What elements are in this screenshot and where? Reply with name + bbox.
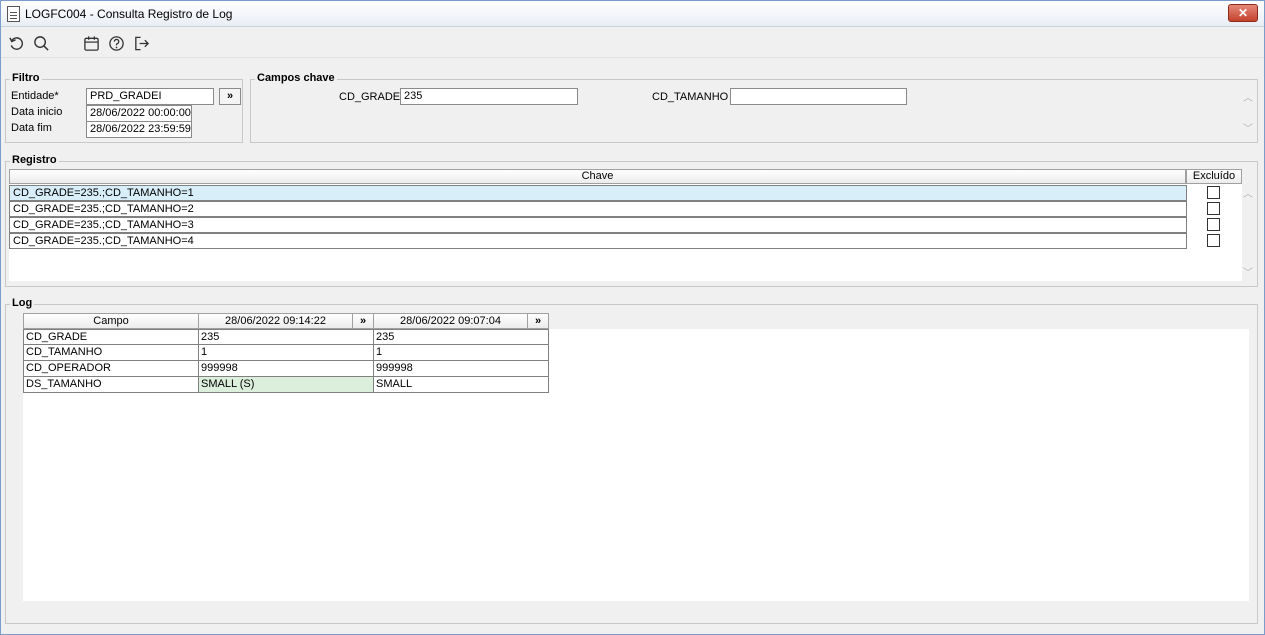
column-header-excluido[interactable]: Excluído — [1186, 169, 1242, 184]
search-icon[interactable] — [32, 34, 50, 52]
table-row[interactable]: CD_GRADE=235.;CD_TAMANHO=1 — [9, 185, 1187, 201]
column-header-campo[interactable]: Campo — [23, 313, 199, 329]
app-window: LOGFC004 - Consulta Registro de Log ✕ Fi… — [0, 0, 1265, 635]
data-inicio-input[interactable]: 28/06/2022 00:00:00 — [86, 105, 192, 122]
exit-icon[interactable] — [132, 34, 150, 52]
expand-button[interactable]: » — [353, 313, 374, 329]
toolbar — [1, 28, 1264, 58]
log-cell-campo: CD_TAMANHO — [23, 345, 199, 361]
log-cell-value-changed: SMALL (S) — [199, 377, 374, 393]
calendar-icon[interactable] — [82, 34, 100, 52]
log-cell-campo: CD_OPERADOR — [23, 361, 199, 377]
registro-scrollbar[interactable]: ︿ ﹀ — [1241, 185, 1255, 279]
scroll-up-icon[interactable]: ︿ — [1241, 185, 1255, 200]
refresh-icon[interactable] — [7, 34, 25, 52]
log-cell-campo: DS_TAMANHO — [23, 377, 199, 393]
log-cell-campo: CD_GRADE — [23, 329, 199, 345]
log-cell-value: 999998 — [199, 361, 374, 377]
cd-tamanho-label: CD_TAMANHO — [652, 91, 729, 103]
document-icon — [7, 6, 20, 22]
scroll-down-icon[interactable]: ﹀ — [1241, 120, 1255, 135]
cd-grade-input[interactable]: 235 — [400, 88, 578, 105]
excluido-checkbox[interactable] — [1207, 218, 1220, 231]
log-cell-value: 1 — [199, 345, 374, 361]
excluido-checkbox[interactable] — [1207, 186, 1220, 199]
column-header-chave[interactable]: Chave — [9, 169, 1186, 184]
filtro-legend: Filtro — [10, 72, 42, 84]
data-fim-label: Data fim — [11, 122, 52, 134]
log-cell-value: 1 — [374, 345, 549, 361]
table-row[interactable]: CD_GRADE=235.;CD_TAMANHO=4 — [9, 233, 1187, 249]
registro-legend: Registro — [10, 154, 59, 166]
entidade-label: Entidade* — [11, 90, 59, 102]
campos-chave-legend: Campos chave — [255, 72, 337, 84]
cd-tamanho-input[interactable] — [730, 88, 907, 105]
title-bar: LOGFC004 - Consulta Registro de Log ✕ — [1, 1, 1264, 27]
scroll-down-icon[interactable]: ﹀ — [1241, 264, 1255, 279]
log-legend: Log — [10, 297, 35, 309]
close-button[interactable]: ✕ — [1228, 4, 1258, 22]
excluido-checkbox[interactable] — [1207, 202, 1220, 215]
log-cell-value: 235 — [199, 329, 374, 345]
column-header-timestamp-1[interactable]: 28/06/2022 09:14:22 — [199, 313, 353, 329]
data-inicio-label: Data inicio — [11, 106, 63, 118]
expand-button[interactable]: » — [528, 313, 549, 329]
data-fim-input[interactable]: 28/06/2022 23:59:59 — [86, 121, 192, 138]
entidade-lookup-button[interactable]: » — [219, 88, 241, 105]
excluido-checkbox[interactable] — [1207, 234, 1220, 247]
log-cell-value: 999998 — [374, 361, 549, 377]
campos-chave-scrollbar[interactable]: ︿ ﹀ — [1241, 89, 1255, 135]
help-icon[interactable] — [107, 34, 125, 52]
scroll-up-icon[interactable]: ︿ — [1241, 89, 1255, 104]
table-row[interactable]: CD_GRADE=235.;CD_TAMANHO=2 — [9, 201, 1187, 217]
entidade-input[interactable]: PRD_GRADEI — [86, 88, 214, 105]
window-title: LOGFC004 - Consulta Registro de Log — [25, 7, 233, 21]
cd-grade-label: CD_GRADE — [339, 91, 401, 103]
column-header-timestamp-2[interactable]: 28/06/2022 09:07:04 — [374, 313, 528, 329]
log-cell-value: 235 — [374, 329, 549, 345]
log-cell-value: SMALL — [374, 377, 549, 393]
table-row[interactable]: CD_GRADE=235.;CD_TAMANHO=3 — [9, 217, 1187, 233]
